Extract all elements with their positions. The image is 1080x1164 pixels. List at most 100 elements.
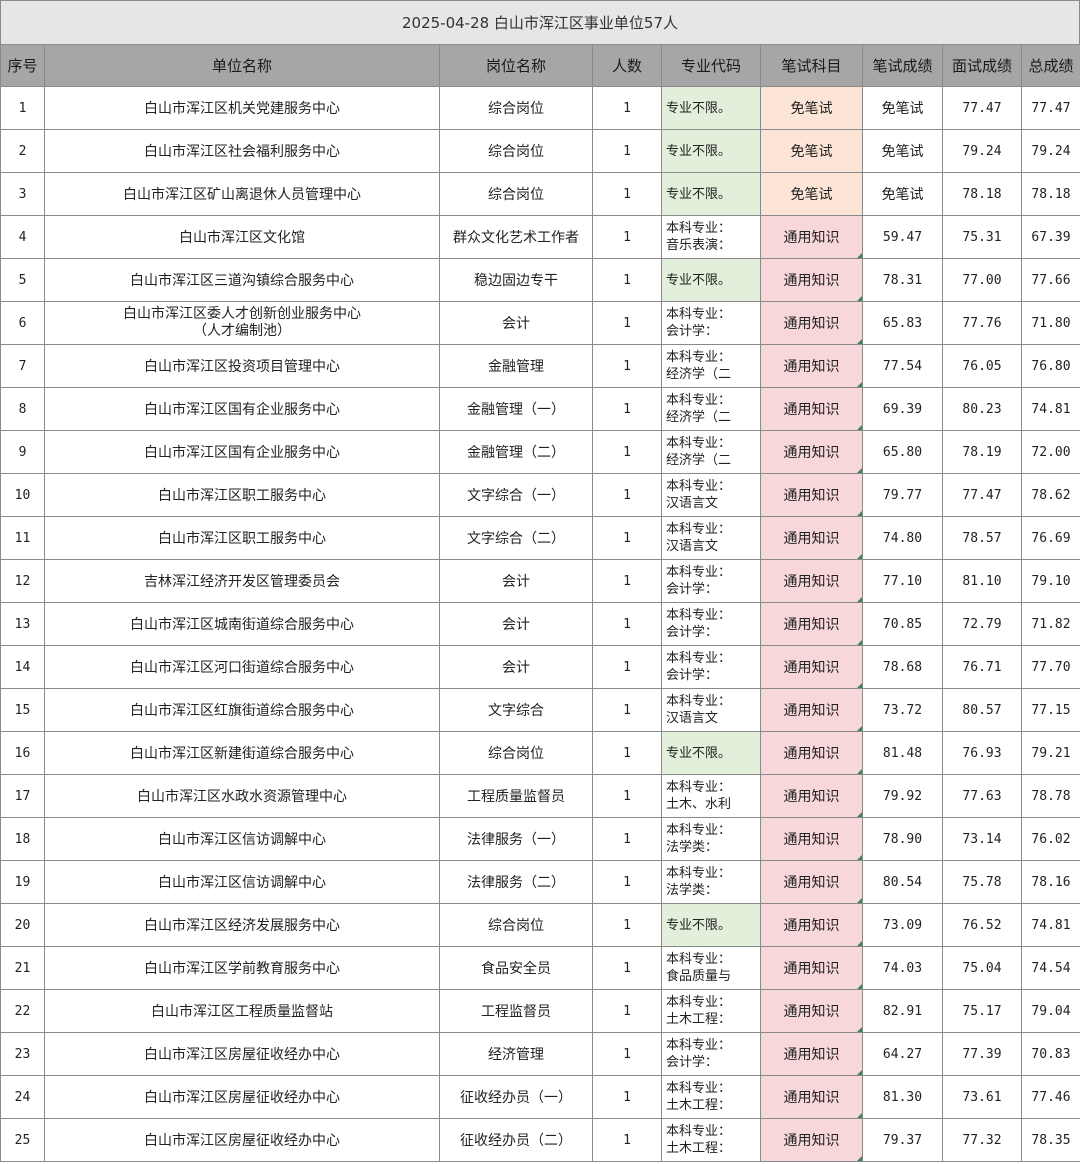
cell-total-score[interactable]: 74.81	[1021, 903, 1080, 947]
cell-post-name[interactable]: 综合岗位	[439, 903, 593, 947]
cell-interview-score[interactable]: 77.00	[942, 258, 1022, 302]
cell-count[interactable]: 1	[592, 731, 662, 775]
header-cell[interactable]: 笔试科目	[760, 44, 863, 87]
header-cell[interactable]: 单位名称	[44, 44, 440, 87]
cell-total-score[interactable]: 78.16	[1021, 860, 1080, 904]
cell-interview-score[interactable]: 77.76	[942, 301, 1022, 345]
cell-major-code[interactable]: 本科专业： 汉语言文	[661, 473, 761, 517]
cell-post-name[interactable]: 征收经办员（二）	[439, 1118, 593, 1162]
cell-post-name[interactable]: 金融管理	[439, 344, 593, 388]
cell-interview-score[interactable]: 77.39	[942, 1032, 1022, 1076]
cell-exam-subject[interactable]: 通用知识	[760, 903, 863, 947]
cell-total-score[interactable]: 72.00	[1021, 430, 1080, 474]
cell-total-score[interactable]: 78.35	[1021, 1118, 1080, 1162]
cell-interview-score[interactable]: 77.32	[942, 1118, 1022, 1162]
cell-count[interactable]: 1	[592, 172, 662, 216]
cell-no[interactable]: 18	[0, 817, 45, 861]
cell-major-code[interactable]: 本科专业： 音乐表演：	[661, 215, 761, 259]
cell-major-code[interactable]: 本科专业： 经济学（二	[661, 344, 761, 388]
cell-written-score[interactable]: 77.10	[862, 559, 943, 603]
cell-major-code[interactable]: 本科专业： 会计学：	[661, 559, 761, 603]
cell-exam-subject[interactable]: 通用知识	[760, 430, 863, 474]
cell-major-code[interactable]: 专业不限。	[661, 258, 761, 302]
cell-no[interactable]: 6	[0, 301, 45, 345]
cell-no[interactable]: 11	[0, 516, 45, 560]
cell-post-name[interactable]: 稳边固边专干	[439, 258, 593, 302]
cell-unit-name[interactable]: 白山市浑江区房屋征收经办中心	[44, 1118, 440, 1162]
cell-no[interactable]: 17	[0, 774, 45, 818]
cell-written-score[interactable]: 77.54	[862, 344, 943, 388]
cell-written-score[interactable]: 59.47	[862, 215, 943, 259]
cell-no[interactable]: 4	[0, 215, 45, 259]
cell-interview-score[interactable]: 80.23	[942, 387, 1022, 431]
cell-post-name[interactable]: 金融管理（一）	[439, 387, 593, 431]
cell-written-score[interactable]: 免笔试	[862, 129, 943, 173]
cell-written-score[interactable]: 81.48	[862, 731, 943, 775]
cell-written-score[interactable]: 78.31	[862, 258, 943, 302]
cell-count[interactable]: 1	[592, 989, 662, 1033]
cell-interview-score[interactable]: 73.14	[942, 817, 1022, 861]
cell-major-code[interactable]: 本科专业： 土木工程：	[661, 1075, 761, 1119]
cell-interview-score[interactable]: 81.10	[942, 559, 1022, 603]
cell-written-score[interactable]: 免笔试	[862, 172, 943, 216]
cell-total-score[interactable]: 78.18	[1021, 172, 1080, 216]
cell-count[interactable]: 1	[592, 1075, 662, 1119]
cell-post-name[interactable]: 工程质量监督员	[439, 774, 593, 818]
cell-post-name[interactable]: 会计	[439, 602, 593, 646]
cell-interview-score[interactable]: 75.78	[942, 860, 1022, 904]
cell-no[interactable]: 20	[0, 903, 45, 947]
cell-post-name[interactable]: 经济管理	[439, 1032, 593, 1076]
cell-total-score[interactable]: 74.54	[1021, 946, 1080, 990]
cell-count[interactable]: 1	[592, 559, 662, 603]
cell-interview-score[interactable]: 78.57	[942, 516, 1022, 560]
cell-count[interactable]: 1	[592, 86, 662, 130]
cell-interview-score[interactable]: 79.24	[942, 129, 1022, 173]
cell-post-name[interactable]: 工程监督员	[439, 989, 593, 1033]
cell-unit-name[interactable]: 白山市浑江区国有企业服务中心	[44, 430, 440, 474]
cell-count[interactable]: 1	[592, 258, 662, 302]
cell-major-code[interactable]: 本科专业： 土木工程：	[661, 989, 761, 1033]
cell-total-score[interactable]: 79.24	[1021, 129, 1080, 173]
cell-no[interactable]: 10	[0, 473, 45, 517]
cell-unit-name[interactable]: 白山市浑江区文化馆	[44, 215, 440, 259]
cell-count[interactable]: 1	[592, 430, 662, 474]
cell-major-code[interactable]: 专业不限。	[661, 172, 761, 216]
cell-total-score[interactable]: 78.62	[1021, 473, 1080, 517]
cell-interview-score[interactable]: 78.19	[942, 430, 1022, 474]
cell-major-code[interactable]: 本科专业： 会计学：	[661, 1032, 761, 1076]
cell-total-score[interactable]: 77.46	[1021, 1075, 1080, 1119]
cell-total-score[interactable]: 70.83	[1021, 1032, 1080, 1076]
cell-post-name[interactable]: 会计	[439, 645, 593, 689]
header-cell[interactable]: 专业代码	[661, 44, 761, 87]
cell-count[interactable]: 1	[592, 817, 662, 861]
cell-exam-subject[interactable]: 通用知识	[760, 946, 863, 990]
cell-major-code[interactable]: 本科专业： 会计学：	[661, 645, 761, 689]
cell-count[interactable]: 1	[592, 645, 662, 689]
cell-exam-subject[interactable]: 通用知识	[760, 516, 863, 560]
cell-count[interactable]: 1	[592, 860, 662, 904]
cell-interview-score[interactable]: 75.31	[942, 215, 1022, 259]
cell-major-code[interactable]: 本科专业： 食品质量与	[661, 946, 761, 990]
cell-total-score[interactable]: 76.69	[1021, 516, 1080, 560]
cell-total-score[interactable]: 76.80	[1021, 344, 1080, 388]
cell-written-score[interactable]: 78.68	[862, 645, 943, 689]
cell-written-score[interactable]: 70.85	[862, 602, 943, 646]
cell-post-name[interactable]: 会计	[439, 559, 593, 603]
cell-no[interactable]: 16	[0, 731, 45, 775]
cell-total-score[interactable]: 77.15	[1021, 688, 1080, 732]
cell-unit-name[interactable]: 白山市浑江区社会福利服务中心	[44, 129, 440, 173]
cell-post-name[interactable]: 食品安全员	[439, 946, 593, 990]
cell-written-score[interactable]: 69.39	[862, 387, 943, 431]
cell-major-code[interactable]: 本科专业： 法学类：	[661, 817, 761, 861]
cell-major-code[interactable]: 本科专业： 法学类：	[661, 860, 761, 904]
cell-written-score[interactable]: 74.03	[862, 946, 943, 990]
cell-post-name[interactable]: 文字综合（一）	[439, 473, 593, 517]
cell-no[interactable]: 3	[0, 172, 45, 216]
cell-written-score[interactable]: 64.27	[862, 1032, 943, 1076]
cell-no[interactable]: 2	[0, 129, 45, 173]
cell-interview-score[interactable]: 77.63	[942, 774, 1022, 818]
cell-major-code[interactable]: 本科专业： 土木工程：	[661, 1118, 761, 1162]
cell-major-code[interactable]: 本科专业： 经济学（二	[661, 387, 761, 431]
cell-unit-name[interactable]: 白山市浑江区经济发展服务中心	[44, 903, 440, 947]
cell-major-code[interactable]: 本科专业： 会计学：	[661, 602, 761, 646]
